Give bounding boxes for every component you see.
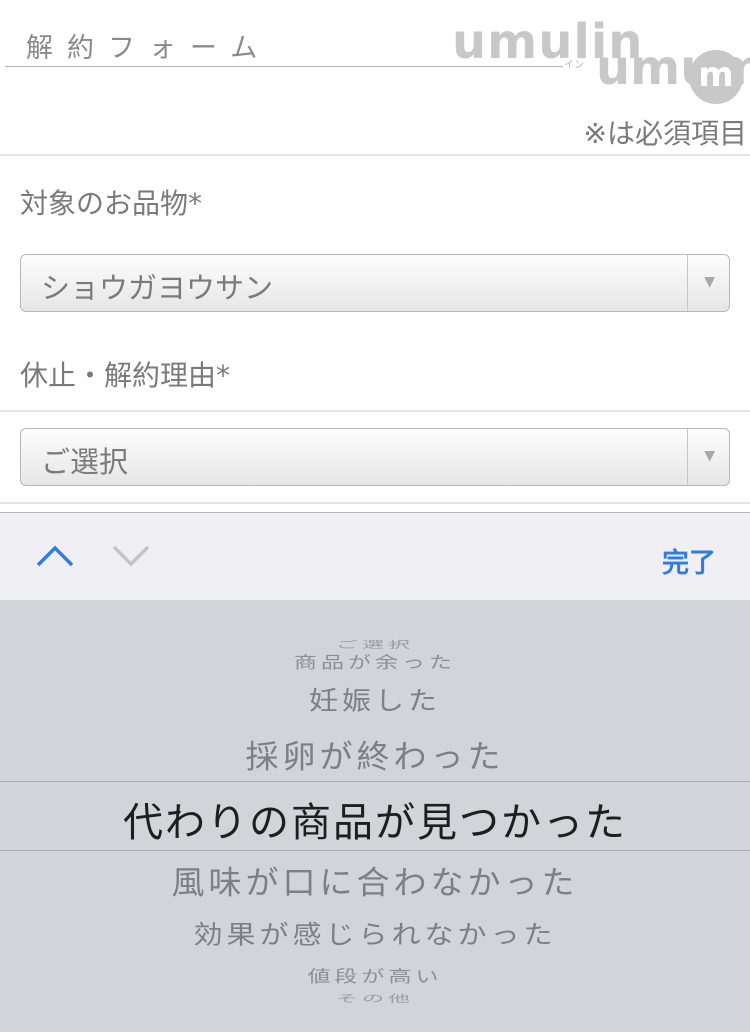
selection-line-bottom bbox=[0, 850, 750, 851]
picker-option[interactable]: 妊娠した bbox=[0, 681, 750, 718]
selection-line-top bbox=[0, 781, 750, 782]
product-select-value: ショウガヨウサン bbox=[41, 271, 274, 305]
done-button[interactable]: 完了 bbox=[662, 541, 716, 580]
divider bbox=[0, 410, 750, 412]
product-select[interactable]: ショウガヨウサン ▼ bbox=[20, 254, 730, 312]
reason-select-value: ご選択 bbox=[41, 445, 129, 479]
product-label: 対象のお品物* bbox=[20, 187, 203, 220]
chevron-down-icon[interactable] bbox=[110, 535, 152, 577]
picker-option[interactable]: 値段が高い bbox=[0, 963, 750, 987]
picker-option[interactable]: 風味が口に合わなかった bbox=[0, 857, 750, 903]
triangle-down-icon: ▼ bbox=[704, 448, 715, 464]
form-title: 解約フォーム bbox=[26, 33, 272, 64]
chevron-up-icon[interactable] bbox=[34, 535, 76, 577]
divider bbox=[0, 502, 750, 504]
picker-option[interactable]: 効果が感じられなかった bbox=[0, 915, 750, 952]
picker-option[interactable]: 採卵が終わった bbox=[0, 731, 750, 777]
picker-toolbar: 完了 bbox=[0, 512, 750, 600]
picker-option[interactable]: 商品が余った bbox=[0, 649, 750, 673]
required-note: ※は必須項目 bbox=[583, 117, 747, 150]
umum-logo-circle: m bbox=[689, 50, 743, 104]
picker-option[interactable]: その他 bbox=[0, 991, 750, 1005]
picker-option-selected[interactable]: 代わりの商品が見つかった bbox=[0, 790, 750, 848]
select-arrow-area: ▼ bbox=[687, 429, 729, 485]
select-arrow-area: ▼ bbox=[687, 255, 729, 311]
reason-picker-wheel[interactable]: ご選択 商品が余った 妊娠した 採卵が終わった 代わりの商品が見つかった 風味が… bbox=[0, 600, 750, 1032]
triangle-down-icon: ▼ bbox=[704, 274, 715, 290]
divider bbox=[0, 154, 750, 156]
umulin-logo-sub: イン bbox=[564, 60, 584, 71]
reason-label: 休止・解約理由* bbox=[20, 359, 231, 392]
reason-select[interactable]: ご選択 ▼ bbox=[20, 428, 730, 486]
